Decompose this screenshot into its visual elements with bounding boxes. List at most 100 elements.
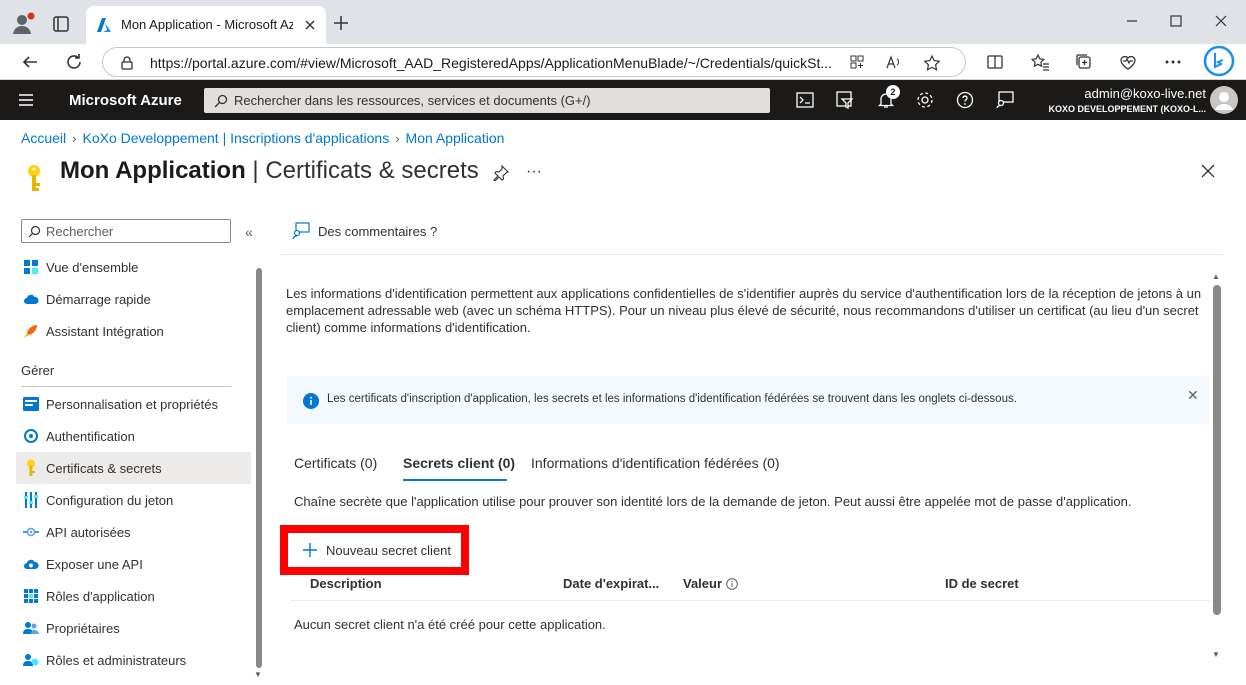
sidebar-item-quickstart[interactable]: Démarrage rapide <box>16 283 251 315</box>
api-icon <box>16 527 46 537</box>
selected-tab-indicator <box>403 479 507 481</box>
tab-federated-credentials[interactable]: Informations d'identification fédérées (… <box>531 455 780 471</box>
info-banner-text: Les certificats d'inscription d'applicat… <box>327 393 1017 405</box>
key-icon <box>16 459 46 477</box>
tab-actions-icon[interactable] <box>48 12 74 36</box>
split-screen-icon[interactable] <box>985 52 1005 72</box>
app-available-icon[interactable] <box>849 54 865 72</box>
sidebar-item-label: Assistant Intégration <box>46 323 164 339</box>
branding-icon <box>16 397 46 411</box>
banner-close-icon[interactable]: ✕ <box>1187 387 1199 404</box>
url-field[interactable]: https://portal.azure.com/#view/Microsoft… <box>102 47 966 77</box>
window-close-icon[interactable] <box>1212 12 1230 30</box>
rocket-icon <box>16 323 46 339</box>
content-divider <box>282 254 1222 255</box>
sidebar-item-expose-api[interactable]: Exposer une API <box>16 548 251 580</box>
roles-icon <box>16 589 46 603</box>
lock-icon[interactable] <box>119 55 135 71</box>
info-circle-icon[interactable] <box>726 577 738 590</box>
cloud-api-icon <box>16 558 46 570</box>
sidebar-item-app-roles[interactable]: Rôles d'application <box>16 580 251 612</box>
breadcrumb-separator-icon: › <box>395 130 400 146</box>
avatar[interactable] <box>1210 86 1238 114</box>
search-icon <box>214 94 228 108</box>
account-email[interactable]: admin@koxo-live.net <box>1084 86 1206 101</box>
sidebar-item-api-permissions[interactable]: API autorisées <box>16 516 251 548</box>
feedback-icon[interactable] <box>996 91 1014 109</box>
feedback-person-icon <box>292 222 310 240</box>
collapse-sidebar-icon[interactable]: « <box>245 224 253 240</box>
column-header-expiration: Date d'expirat... <box>563 576 660 591</box>
read-aloud-icon[interactable] <box>885 54 903 72</box>
sidebar-item-owners[interactable]: Propriétaires <box>16 612 251 644</box>
page-title: Mon Application | Certificats & secrets <box>60 157 479 185</box>
sidebar-item-branding[interactable]: Personnalisation et propriétés <box>16 388 251 420</box>
tab-close-icon[interactable] <box>302 17 318 33</box>
new-client-secret-button[interactable]: Nouveau secret client <box>292 535 460 565</box>
minimize-icon[interactable] <box>1123 12 1141 30</box>
global-search-placeholder: Rechercher dans les ressources, services… <box>234 93 591 108</box>
browser-tab[interactable]: Mon Application - Microsoft Azu <box>86 6 326 44</box>
directory-filter-icon[interactable] <box>836 91 854 109</box>
browser-tab-bar: Mon Application - Microsoft Azu <box>0 0 1246 44</box>
empty-table-message: Aucun secret client n'a été créé pour ce… <box>294 617 606 632</box>
sidebar-item-roles-admins[interactable]: Rôles et administrateurs <box>16 644 251 676</box>
maximize-icon[interactable] <box>1167 12 1185 30</box>
profile-icon[interactable] <box>10 10 38 36</box>
sidebar-item-label: Démarrage rapide <box>46 291 151 307</box>
refresh-icon[interactable] <box>64 52 84 72</box>
main-scrollbar[interactable] <box>1213 285 1221 615</box>
settings-gear-icon[interactable] <box>916 91 934 109</box>
more-options-icon[interactable] <box>1163 52 1183 72</box>
sidebar-item-authentication[interactable]: Authentification <box>16 420 251 452</box>
page-title-separator: | <box>245 157 266 184</box>
browser-essentials-icon[interactable] <box>1118 52 1138 72</box>
sidebar-search-input[interactable]: Rechercher <box>21 219 231 243</box>
sidebar-item-integration-assistant[interactable]: Assistant Intégration <box>16 315 251 347</box>
tab-certificates[interactable]: Certificats (0) <box>294 455 377 471</box>
breadcrumb-home[interactable]: Accueil <box>21 130 66 146</box>
breadcrumb-app[interactable]: Mon Application <box>406 130 505 146</box>
scroll-up-arrow-icon[interactable]: ▲ <box>1212 272 1220 281</box>
column-header-secret-id: ID de secret <box>945 576 1019 591</box>
sidebar-scrollbar[interactable] <box>256 268 262 668</box>
cloud-shell-icon[interactable] <box>796 91 814 109</box>
favorite-star-icon[interactable] <box>923 54 941 72</box>
column-header-value-label: Valeur <box>683 576 723 591</box>
sidebar-item-label: API autorisées <box>46 524 131 540</box>
url-text[interactable]: https://portal.azure.com/#view/Microsoft… <box>150 55 840 71</box>
pin-icon[interactable] <box>493 165 509 181</box>
scroll-down-arrow-icon[interactable]: ▼ <box>254 670 262 679</box>
more-ellipsis-icon[interactable]: ··· <box>526 163 542 181</box>
back-arrow-icon[interactable] <box>20 52 40 72</box>
azure-brand[interactable]: Microsoft Azure <box>69 92 182 109</box>
scroll-down-arrow-icon[interactable]: ▼ <box>1212 650 1220 659</box>
sidebar-item-certificates-secrets[interactable]: Certificats & secrets <box>16 452 251 484</box>
breadcrumb-app-registrations[interactable]: KoXo Developpement | Inscriptions d'appl… <box>82 130 389 146</box>
feedback-link[interactable]: Des commentaires ? <box>292 222 437 240</box>
account-tenant[interactable]: KOXO DEVELOPPEMENT (KOXO-L... <box>1048 104 1206 114</box>
bing-copilot-icon[interactable] <box>1203 45 1235 77</box>
favorites-icon[interactable] <box>1030 52 1050 72</box>
hamburger-menu-icon[interactable] <box>18 93 34 107</box>
new-tab-icon[interactable] <box>332 14 350 32</box>
feedback-label: Des commentaires ? <box>318 223 438 239</box>
help-icon[interactable] <box>956 91 974 109</box>
sidebar-item-overview[interactable]: Vue d'ensemble <box>16 251 251 283</box>
info-banner: Les certificats d'inscription d'applicat… <box>287 376 1209 424</box>
collections-icon[interactable] <box>1074 52 1094 72</box>
global-search-input[interactable]: Rechercher dans les ressources, services… <box>204 88 770 113</box>
search-icon <box>28 225 41 238</box>
sidebar-item-label: Personnalisation et propriétés <box>46 396 218 412</box>
admin-people-icon <box>16 653 46 667</box>
azure-logo-icon <box>96 17 112 33</box>
sidebar-item-label: Authentification <box>46 428 135 444</box>
secret-description: Chaîne secrète que l'application utilise… <box>294 494 1132 509</box>
sidebar-item-label: Exposer une API <box>46 556 143 572</box>
close-icon[interactable] <box>1200 163 1216 179</box>
column-header-value: Valeur <box>683 576 738 591</box>
sidebar-search-placeholder: Rechercher <box>46 224 114 239</box>
tab-title: Mon Application - Microsoft Azu <box>121 17 293 32</box>
sidebar-item-token-config[interactable]: Configuration du jeton <box>16 484 251 516</box>
tab-client-secrets[interactable]: Secrets client (0) <box>403 455 515 471</box>
